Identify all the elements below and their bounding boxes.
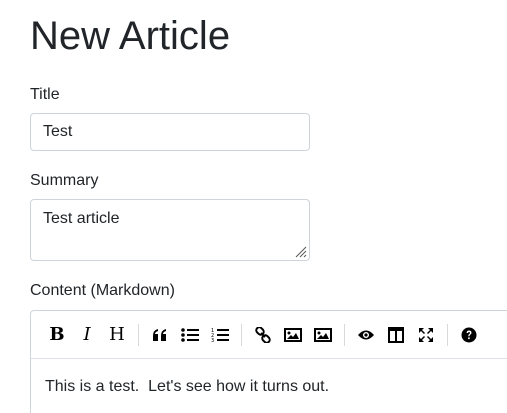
unordered-list-icon [181, 327, 199, 342]
italic-icon: I [83, 323, 91, 345]
side-by-side-icon [388, 326, 404, 343]
toolbar-separator [138, 323, 139, 346]
help-icon [461, 327, 477, 342]
editor-toolbar: B I H 1 2 3 [31, 311, 507, 359]
link-button[interactable] [249, 321, 277, 349]
content-label: Content (Markdown) [30, 282, 175, 299]
markdown-editor[interactable]: B I H 1 2 3 This is a test. Let's see ho… [30, 310, 507, 413]
fullscreen-button[interactable] [412, 321, 440, 349]
preview-icon [358, 330, 374, 339]
toolbar-separator [447, 323, 448, 346]
link-icon [255, 326, 271, 343]
bold-icon: B [49, 323, 65, 345]
italic-button[interactable]: I [73, 321, 101, 349]
upload-image-button[interactable] [309, 321, 337, 349]
toolbar-separator [344, 323, 345, 346]
preview-button[interactable] [352, 321, 380, 349]
summary-textarea-value: Test article [43, 210, 120, 227]
help-button[interactable] [455, 321, 483, 349]
editor-content[interactable]: This is a test. Let's see how it turns o… [45, 377, 329, 397]
page-title: New Article [30, 14, 231, 58]
fullscreen-icon [419, 327, 433, 342]
upload-image-icon [314, 327, 332, 342]
svg-text:3: 3 [211, 338, 214, 343]
image-icon [284, 327, 302, 342]
quote-icon [153, 328, 166, 341]
bold-button[interactable]: B [43, 321, 71, 349]
title-label: Title [30, 86, 60, 103]
side-by-side-button[interactable] [382, 321, 410, 349]
title-input[interactable]: Test [30, 113, 310, 151]
quote-button[interactable] [146, 321, 174, 349]
toolbar-separator [241, 323, 242, 346]
ordered-list-button[interactable]: 1 2 3 [206, 321, 234, 349]
ordered-list-icon: 1 2 3 [211, 328, 229, 343]
new-article-page: New Article Title Test Summary Test arti… [0, 0, 507, 413]
resize-grip-icon[interactable] [295, 246, 307, 258]
title-input-value: Test [43, 123, 73, 140]
summary-label: Summary [30, 172, 99, 189]
image-button[interactable] [279, 321, 307, 349]
heading-icon: H [109, 323, 125, 345]
unordered-list-button[interactable] [176, 321, 204, 349]
heading-button[interactable]: H [103, 321, 131, 349]
summary-textarea[interactable]: Test article [30, 199, 310, 261]
